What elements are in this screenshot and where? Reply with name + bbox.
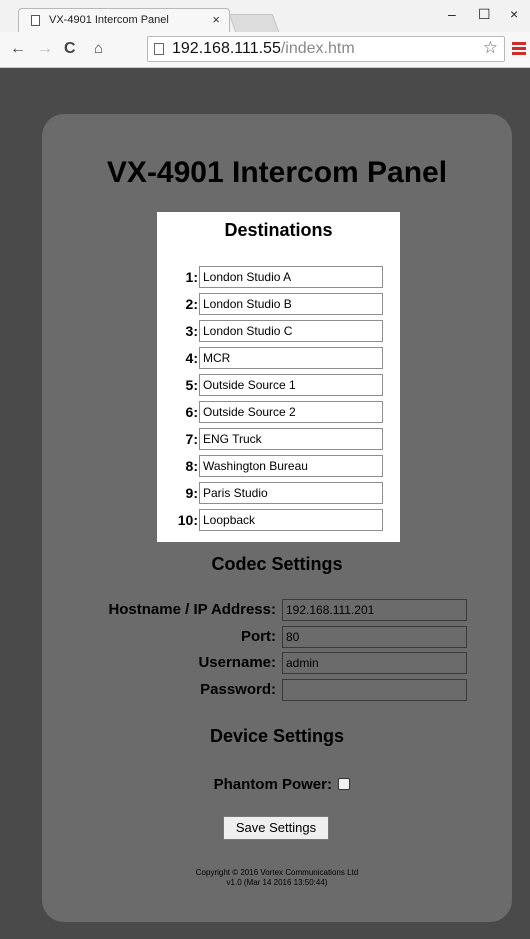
destination-number: 8:	[185, 458, 198, 474]
destination-number: 6:	[185, 404, 198, 420]
version-text: v1.0 (Mar 14 2016 13:50:44)	[226, 878, 328, 887]
username-input[interactable]: admin	[282, 652, 467, 674]
browser-titlebar: VX-4901 Intercom Panel × – ☐ ×	[0, 0, 530, 33]
forward-icon[interactable]: →	[37, 40, 53, 58]
destination-input-7[interactable]: ENG Truck	[199, 428, 383, 450]
hostname-label: Hostname / IP Address:	[108, 601, 276, 618]
destination-input-6[interactable]: Outside Source 2	[199, 401, 383, 423]
tab-close-icon[interactable]: ×	[212, 12, 220, 27]
password-input[interactable]	[282, 679, 467, 701]
address-bar[interactable]: 192.168.111.55/index.htm ☆	[147, 36, 505, 62]
menu-icon[interactable]	[512, 42, 526, 56]
browser-tab[interactable]: VX-4901 Intercom Panel ×	[18, 8, 230, 33]
save-settings-button[interactable]: Save Settings	[223, 816, 329, 840]
username-label: Username:	[198, 654, 276, 671]
phantom-power-label: Phantom Power:	[213, 776, 332, 793]
password-label: Password:	[200, 681, 276, 698]
copyright-text: Copyright © 2016 Vortex Communications L…	[195, 868, 359, 877]
page-info-icon	[154, 43, 164, 55]
codec-settings-heading: Codec Settings	[211, 554, 343, 574]
device-settings-heading: Device Settings	[209, 726, 345, 746]
destination-number: 3:	[185, 323, 198, 339]
destinations-heading: Destinations	[224, 220, 333, 240]
password-row: Password:	[42, 679, 512, 701]
url-host: 192.168.111.55	[172, 40, 281, 57]
port-label: Port:	[241, 628, 276, 645]
destination-input-9[interactable]: Paris Studio	[199, 482, 383, 504]
destination-input-3[interactable]: London Studio C	[199, 320, 383, 342]
minimize-icon[interactable]: –	[448, 6, 456, 22]
reload-icon[interactable]: C	[64, 40, 76, 58]
new-tab-button[interactable]	[228, 14, 280, 32]
destination-number: 7:	[185, 431, 198, 447]
destination-row: 7: ENG Truck	[157, 428, 400, 450]
tab-title: VX-4901 Intercom Panel	[49, 14, 169, 26]
destination-row: 3: London Studio C	[157, 320, 400, 342]
destination-input-4[interactable]: MCR	[199, 347, 383, 369]
page-title: VX-4901 Intercom Panel	[106, 156, 448, 189]
destination-number: 5:	[185, 377, 198, 393]
destination-row: 4: MCR	[157, 347, 400, 369]
destination-number: 4:	[185, 350, 198, 366]
destinations-box: Destinations 1: London Studio A 2: Londo…	[157, 212, 400, 542]
username-row: Username: admin	[42, 652, 512, 674]
destination-row: 2: London Studio B	[157, 293, 400, 315]
destination-number: 2:	[185, 296, 198, 312]
window-close-icon[interactable]: ×	[510, 6, 518, 22]
port-input[interactable]: 80	[282, 626, 467, 648]
hostname-row: Hostname / IP Address: 192.168.111.201	[42, 599, 512, 621]
document-icon	[31, 15, 40, 26]
page-viewport: VX-4901 Intercom Panel Destinations 1: L…	[0, 68, 530, 939]
destination-number: 9:	[185, 485, 198, 501]
url-path: /index.htm	[280, 40, 355, 57]
settings-panel: VX-4901 Intercom Panel Destinations 1: L…	[42, 114, 512, 922]
browser-toolbar: ← → C ⌂ 192.168.111.55/index.htm ☆	[0, 32, 530, 68]
phantom-power-checkbox[interactable]	[338, 778, 350, 790]
destination-row: 5: Outside Source 1	[157, 374, 400, 396]
destination-row: 6: Outside Source 2	[157, 401, 400, 423]
port-row: Port: 80	[42, 626, 512, 648]
destination-row: 1: London Studio A	[157, 266, 400, 288]
destination-row: 8: Washington Bureau	[157, 455, 400, 477]
destination-input-2[interactable]: London Studio B	[199, 293, 383, 315]
maximize-icon[interactable]: ☐	[478, 6, 491, 23]
destination-input-8[interactable]: Washington Bureau	[199, 455, 383, 477]
destination-row: 10: Loopback	[157, 509, 400, 531]
destination-number: 1:	[185, 269, 198, 285]
back-icon[interactable]: ←	[10, 40, 26, 58]
destination-row: 9: Paris Studio	[157, 482, 400, 504]
destination-input-10[interactable]: Loopback	[199, 509, 383, 531]
destination-input-1[interactable]: London Studio A	[199, 266, 383, 288]
destination-number: 10:	[177, 512, 198, 528]
home-icon[interactable]: ⌂	[94, 40, 103, 57]
phantom-power-row: Phantom Power:	[42, 774, 512, 796]
url-text: 192.168.111.55/index.htm	[172, 40, 355, 58]
hostname-input[interactable]: 192.168.111.201	[282, 599, 467, 621]
bookmark-star-icon[interactable]: ☆	[483, 38, 498, 58]
destination-input-5[interactable]: Outside Source 1	[199, 374, 383, 396]
